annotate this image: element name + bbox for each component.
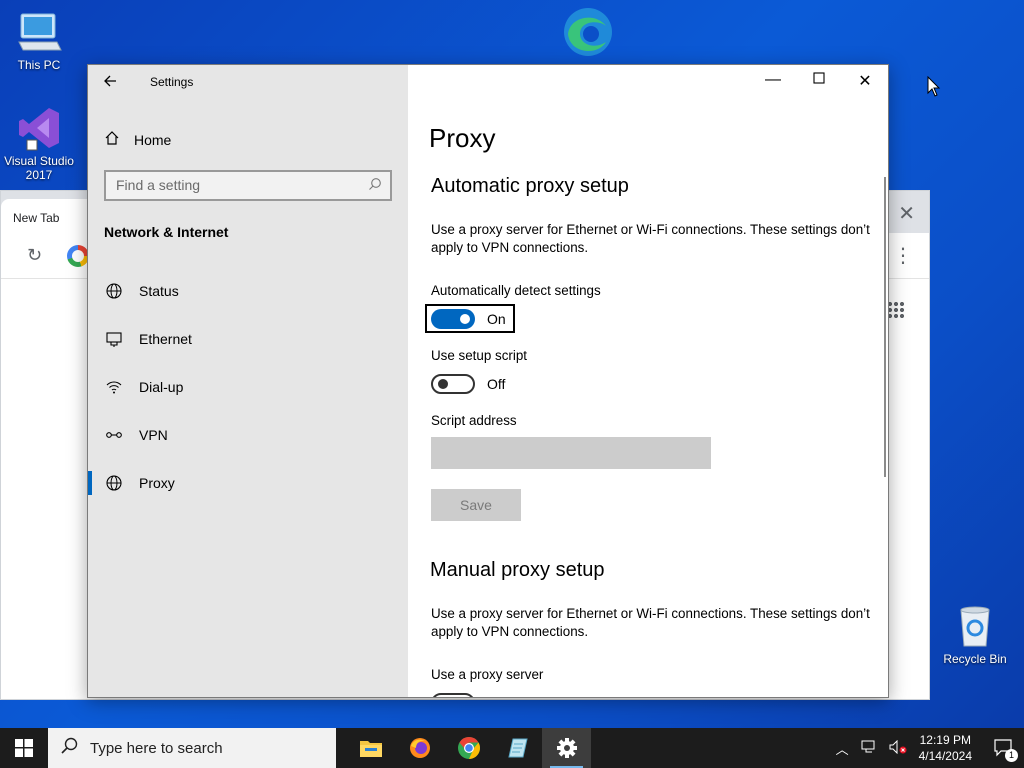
computer-icon	[15, 8, 63, 56]
taskbar-chrome[interactable]	[444, 728, 493, 768]
setup-script-label: Use setup script	[431, 348, 528, 363]
sidebar-item-label: VPN	[139, 427, 168, 443]
use-proxy-toggle[interactable]	[431, 693, 475, 697]
script-address-label: Script address	[431, 413, 517, 428]
taskbar-notepad[interactable]	[493, 728, 542, 768]
auto-detect-toggle[interactable]: On	[431, 309, 506, 329]
minimize-icon[interactable]: —	[758, 71, 788, 89]
vpn-icon	[104, 425, 124, 445]
sidebar-item-dial-up[interactable]: Dial-up	[88, 367, 408, 407]
home-icon	[104, 130, 120, 149]
search-icon	[60, 737, 78, 760]
scrollbar[interactable]	[884, 177, 886, 477]
action-center-button[interactable]: 1	[984, 728, 1024, 768]
settings-search-input[interactable]: Find a setting	[104, 170, 392, 201]
page-title: Proxy	[429, 123, 496, 153]
use-proxy-label: Use a proxy server	[431, 667, 544, 682]
window-title: Settings	[150, 75, 194, 89]
script-address-input[interactable]	[431, 437, 711, 469]
globe-status-icon	[104, 281, 124, 301]
volume-muted-icon[interactable]	[889, 739, 907, 757]
maximize-icon[interactable]	[804, 71, 834, 89]
automatic-proxy-heading: Automatic proxy setup	[431, 175, 629, 197]
sidebar-item-proxy[interactable]: Proxy	[88, 463, 408, 503]
taskbar-clock[interactable]: 12:19 PM 4/14/2024	[919, 732, 972, 764]
start-button[interactable]	[0, 728, 48, 768]
mouse-cursor-icon	[927, 75, 941, 103]
nav-home[interactable]: Home	[104, 130, 171, 149]
desktop-icon-visual-studio[interactable]: Visual Studio 2017	[1, 104, 77, 182]
windows-logo-icon	[15, 739, 33, 757]
notification-count-badge: 1	[1005, 749, 1018, 762]
back-arrow-icon[interactable]	[102, 73, 118, 94]
manual-proxy-heading: Manual proxy setup	[430, 559, 605, 581]
desktop-icon-label: Visual Studio	[4, 154, 74, 168]
desktop-icon-recycle-bin[interactable]: Recycle Bin	[937, 602, 1013, 666]
folder-icon	[359, 741, 382, 757]
automatic-proxy-description: Use a proxy server for Ethernet or Wi-Fi…	[431, 222, 870, 255]
network-icon[interactable]	[861, 740, 877, 757]
recycle-bin-icon	[951, 602, 999, 650]
settings-window: Settings Home Find a setting Network & I…	[87, 64, 889, 698]
desktop-icon-label: This PC	[17, 58, 61, 72]
chrome-icon	[457, 737, 480, 759]
firefox-icon	[409, 738, 430, 758]
auto-detect-label: Automatically detect settings	[431, 283, 601, 298]
sidebar-item-label: Proxy	[139, 475, 175, 491]
manual-proxy-description: Use a proxy server for Ethernet or Wi-Fi…	[431, 606, 870, 639]
sidebar-item-label: Ethernet	[139, 331, 192, 347]
sidebar-item-label: Status	[139, 283, 179, 299]
search-icon	[368, 177, 382, 194]
desktop-icon-label: Recycle Bin	[943, 652, 1007, 666]
search-placeholder: Find a setting	[116, 177, 201, 193]
desktop-icon-this-pc[interactable]: This PC	[1, 8, 77, 72]
chevron-up-icon[interactable]: ︿	[836, 739, 849, 758]
desktop-icon-edge[interactable]	[546, 4, 622, 56]
notepad-icon	[507, 738, 528, 758]
taskbar: Type here to search ︿ 12:19 PM 4/14/2024…	[0, 728, 1024, 768]
taskbar-search-placeholder: Type here to search	[90, 739, 223, 757]
settings-nav-pane: Settings Home Find a setting Network & I…	[88, 65, 408, 697]
setup-script-state: Off	[487, 376, 506, 392]
edge-icon	[560, 4, 612, 56]
sidebar-item-label: Dial-up	[139, 379, 184, 395]
nav-section-title: Network & Internet	[104, 224, 229, 240]
taskbar-settings[interactable]	[542, 728, 591, 768]
sidebar-item-ethernet[interactable]: Ethernet	[88, 319, 408, 359]
dial-up-icon	[104, 377, 124, 397]
gear-icon	[556, 738, 577, 758]
ethernet-icon	[104, 329, 124, 349]
nav-home-label: Home	[134, 131, 172, 148]
apps-grid-icon[interactable]	[887, 301, 905, 319]
desktop-icon-label-2: 2017	[25, 168, 53, 182]
system-tray: ︿ 12:19 PM 4/14/2024 1	[830, 728, 1024, 768]
clock-time: 12:19 PM	[919, 733, 971, 747]
taskbar-file-explorer[interactable]	[346, 728, 395, 768]
toggle-switch-off[interactable]	[431, 374, 475, 394]
globe-icon	[104, 473, 124, 493]
google-icon	[67, 245, 89, 267]
menu-kebab-icon[interactable]: ⋮	[893, 243, 913, 268]
chrome-tab-title: New Tab	[13, 211, 60, 225]
sidebar-item-status[interactable]: Status	[88, 271, 408, 311]
chrome-close-icon[interactable]: ✕	[898, 201, 915, 226]
auto-detect-state: On	[487, 311, 506, 327]
close-icon[interactable]: ✕	[850, 71, 880, 91]
taskbar-firefox[interactable]	[395, 728, 444, 768]
save-button[interactable]: Save	[431, 489, 521, 521]
setup-script-toggle[interactable]: Off	[431, 374, 505, 394]
sidebar-item-vpn[interactable]: VPN	[88, 415, 408, 455]
reload-icon[interactable]: ↻	[27, 245, 42, 266]
taskbar-search-input[interactable]: Type here to search	[48, 728, 336, 768]
toggle-switch-on[interactable]	[431, 309, 475, 329]
settings-content: — ✕ Proxy Automatic proxy setup Use a pr…	[408, 65, 888, 697]
visual-studio-icon	[15, 104, 63, 152]
clock-date: 4/14/2024	[918, 749, 972, 763]
